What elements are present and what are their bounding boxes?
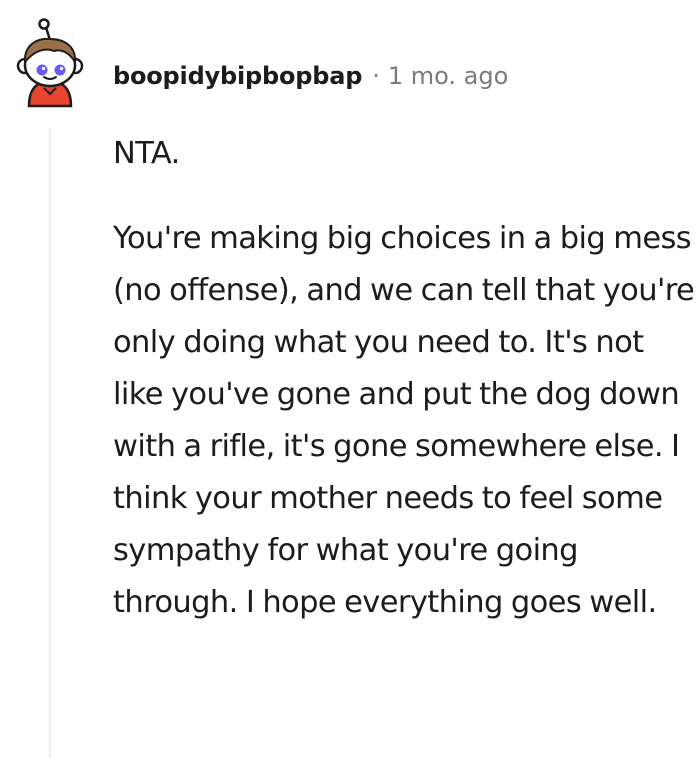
comment-paragraph: NTA. [113, 136, 180, 171]
thread-collapse-line[interactable] [49, 128, 51, 758]
timestamp-link[interactable]: 1 mo. ago [388, 62, 508, 90]
meta-separator: · [372, 62, 380, 90]
username-link[interactable]: boopidybipbopbap [113, 62, 362, 90]
comment-header: boopidybipbopbap · 1 mo. ago [113, 58, 508, 94]
comment: boopidybipbopbap · 1 mo. ago NTA. You're… [0, 0, 700, 758]
comment-body: NTA. You're making big choices in a big … [113, 128, 698, 629]
comment-paragraph: You're making big choices in a big mess … [113, 221, 695, 620]
snoo-avatar-icon[interactable] [14, 18, 86, 110]
